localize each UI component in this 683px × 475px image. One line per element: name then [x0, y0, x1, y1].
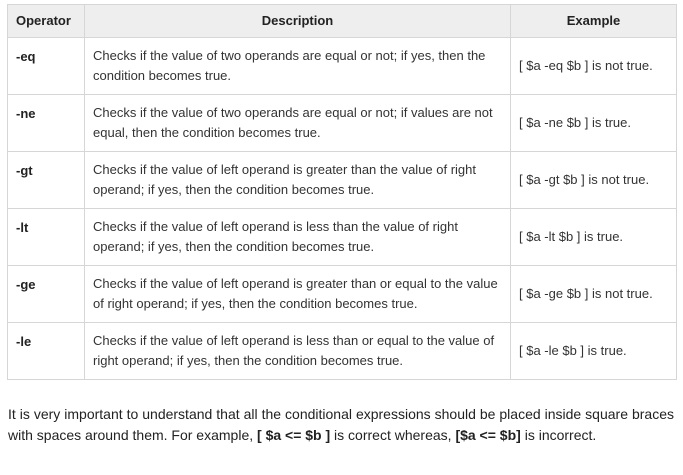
header-description: Description: [84, 4, 511, 38]
description-cell: Checks if the value of left operand is g…: [84, 151, 511, 209]
description-cell: Checks if the value of two operands are …: [84, 37, 511, 95]
operators-table: Operator Description Example -eq Checks …: [7, 4, 677, 380]
operator-cell: -eq: [7, 37, 85, 95]
note-text-after: is incorrect.: [520, 427, 597, 443]
table-row: -le Checks if the value of left operand …: [7, 322, 677, 380]
note-text-middle: is correct whereas,: [330, 427, 456, 443]
description-cell: Checks if the value of left operand is g…: [84, 265, 511, 323]
bracket-spacing-note: It is very important to understand that …: [8, 404, 674, 446]
example-cell: [ $a -le $b ] is true.: [510, 322, 677, 380]
description-cell: Checks if the value of left operand is l…: [84, 322, 511, 380]
description-cell: Checks if the value of two operands are …: [84, 94, 511, 152]
operator-cell: -ne: [7, 94, 85, 152]
operator-cell: -le: [7, 322, 85, 380]
note-correct-example: [ $a <= $b ]: [257, 427, 331, 443]
table-row: -lt Checks if the value of left operand …: [7, 208, 677, 266]
description-cell: Checks if the value of left operand is l…: [84, 208, 511, 266]
header-operator: Operator: [7, 4, 85, 38]
note-incorrect-example: [$a <= $b]: [455, 427, 521, 443]
example-cell: [ $a -ge $b ] is not true.: [510, 265, 677, 323]
table-row: -eq Checks if the value of two operands …: [7, 37, 677, 95]
operator-cell: -lt: [7, 208, 85, 266]
table-header-row: Operator Description Example: [7, 4, 677, 38]
example-cell: [ $a -gt $b ] is not true.: [510, 151, 677, 209]
table-row: -gt Checks if the value of left operand …: [7, 151, 677, 209]
table-row: -ge Checks if the value of left operand …: [7, 265, 677, 323]
example-cell: [ $a -eq $b ] is not true.: [510, 37, 677, 95]
operator-cell: -ge: [7, 265, 85, 323]
example-cell: [ $a -lt $b ] is true.: [510, 208, 677, 266]
example-cell: [ $a -ne $b ] is true.: [510, 94, 677, 152]
header-example: Example: [510, 4, 677, 38]
table-row: -ne Checks if the value of two operands …: [7, 94, 677, 152]
operator-cell: -gt: [7, 151, 85, 209]
